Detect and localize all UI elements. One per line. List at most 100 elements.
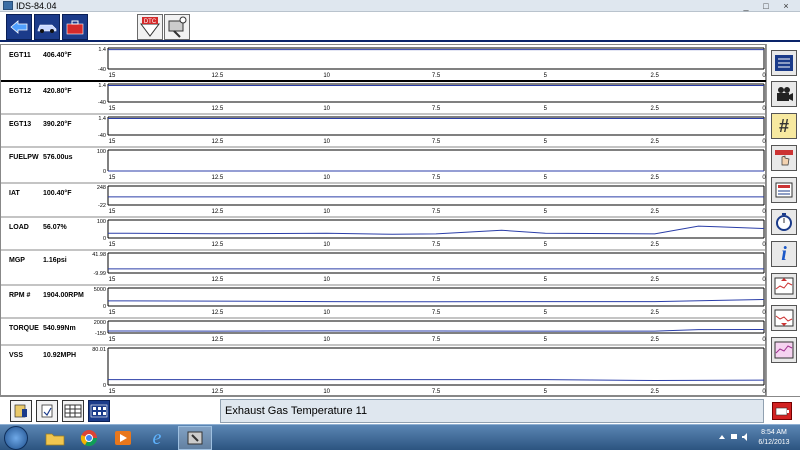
list-button[interactable] [771, 50, 797, 76]
x-tick-label: 7.5 [432, 175, 441, 181]
y-min-label: 0 [103, 169, 106, 175]
grid-view-button[interactable] [62, 400, 84, 422]
x-tick-label: 12.5 [211, 310, 223, 316]
pid-name: VSS [9, 352, 23, 359]
pid-value: 420.80°F [43, 87, 72, 95]
x-tick-label: 5 [544, 277, 548, 283]
close-icon[interactable]: × [780, 1, 792, 11]
y-max-label: 2000 [94, 320, 106, 326]
y-min-label: 0 [103, 383, 106, 389]
timer-button[interactable] [771, 209, 797, 235]
x-tick-label: 10 [323, 337, 330, 343]
system-clock[interactable]: 8:54 AM 6/12/2013 [752, 428, 796, 448]
dtc-button[interactable]: DTC [137, 14, 163, 40]
x-tick-label: 10 [323, 139, 330, 145]
hash-icon: # [778, 115, 789, 136]
x-tick-label: 15 [109, 106, 116, 112]
x-tick-label: 7.5 [432, 310, 441, 316]
y-min-label: -9.99 [93, 271, 106, 277]
windows-taskbar: e 8:54 AM 6/12/2013 [0, 424, 800, 450]
y-min-label: 0 [103, 304, 106, 310]
back-button[interactable] [6, 14, 32, 40]
pid-name: RPM # [9, 292, 31, 299]
taskbar-chrome[interactable] [72, 426, 106, 450]
x-tick-label: 10 [323, 73, 330, 79]
x-tick-label: 2.5 [650, 337, 659, 343]
stopwatch-icon [776, 213, 792, 231]
x-tick-label: 5 [544, 175, 548, 181]
volume-icon[interactable] [741, 433, 749, 441]
toolbox-icon [66, 20, 84, 35]
clock-time: 8:54 AM [761, 429, 787, 436]
arrow-left-icon [10, 20, 28, 34]
x-tick-label: 7.5 [432, 277, 441, 283]
x-tick-label: 5 [544, 242, 548, 248]
x-tick-label: 15 [109, 337, 116, 343]
x-tick-label: 15 [109, 209, 116, 215]
x-tick-label: 12.5 [211, 106, 223, 112]
graph-up-button[interactable] [771, 273, 797, 299]
x-tick-label: 7.5 [432, 73, 441, 79]
layout-button[interactable] [771, 177, 797, 203]
number-button[interactable]: # [771, 113, 797, 139]
vehicle-button[interactable] [34, 14, 60, 40]
clipboard-icon [41, 404, 53, 418]
tray-arrow-icon[interactable] [718, 433, 726, 441]
datalogger-button[interactable] [164, 14, 190, 40]
y-min-label: -40 [98, 133, 106, 139]
toolbox-button[interactable] [62, 14, 88, 40]
info-icon: i [781, 242, 787, 265]
graph-settings-icon [774, 341, 794, 359]
x-tick-label: 7.5 [432, 389, 441, 395]
info-button[interactable]: i [771, 241, 797, 267]
graph-down-icon [774, 309, 794, 327]
probe-icon [168, 16, 187, 38]
x-tick-label: 2.5 [650, 310, 659, 316]
x-tick-label: 10 [323, 175, 330, 181]
pid-name: MGP [9, 257, 25, 264]
taskbar-ids[interactable] [178, 426, 212, 450]
x-tick-label: 10 [323, 277, 330, 283]
window-title: IDS-84.04 [16, 1, 57, 11]
series-line [107, 299, 765, 303]
svg-text:DTC: DTC [144, 19, 157, 25]
y-max-label: 1.4 [98, 116, 106, 122]
top-toolbar: DTC [0, 12, 800, 42]
x-tick-label: 15 [109, 73, 116, 79]
taskbar-explorer[interactable] [38, 426, 72, 450]
print-button[interactable] [36, 400, 58, 422]
settings-graph-button[interactable] [771, 337, 797, 363]
graph-view-button[interactable] [88, 400, 110, 422]
dtc-status-button[interactable] [772, 402, 792, 420]
taskbar-media[interactable] [106, 426, 140, 450]
pid-name: EGT11 [9, 52, 31, 59]
pid-graphs: EGT11 406.40°F1.4-4015 12.5 10 7.5 5 2.5 0EGT12… [1, 47, 767, 397]
report-button[interactable] [10, 400, 32, 422]
network-icon[interactable] [730, 433, 738, 441]
pid-value: 390.20°F [43, 120, 72, 128]
series-line [107, 225, 765, 235]
x-tick-label: 7.5 [432, 139, 441, 145]
start-button[interactable] [4, 426, 28, 450]
record-button[interactable] [771, 81, 797, 107]
select-button[interactable] [771, 145, 797, 171]
bottom-status-bar: Exhaust Gas Temperature 11 [0, 396, 800, 424]
x-tick-label: 10 [323, 209, 330, 215]
pid-name: EGT13 [9, 121, 31, 128]
x-tick-label: 2.5 [650, 175, 659, 181]
car-icon [37, 24, 57, 33]
x-tick-label: 12.5 [211, 277, 223, 283]
x-tick-label: 5 [544, 73, 548, 79]
y-min-label: -40 [98, 100, 106, 106]
pid-value: 56.07% [43, 224, 68, 231]
graph-down-button[interactable] [771, 305, 797, 331]
x-tick-label: 12.5 [211, 175, 223, 181]
right-toolbar: # i [766, 44, 800, 396]
pid-value: 100.40°F [43, 189, 72, 197]
x-tick-label: 10 [323, 310, 330, 316]
pid-value: 1.16psi [43, 257, 67, 264]
maximize-icon[interactable]: □ [760, 1, 772, 11]
taskbar-ie[interactable]: e [140, 426, 174, 450]
minimize-icon[interactable]: _ [740, 1, 752, 11]
app-icon [3, 1, 13, 10]
